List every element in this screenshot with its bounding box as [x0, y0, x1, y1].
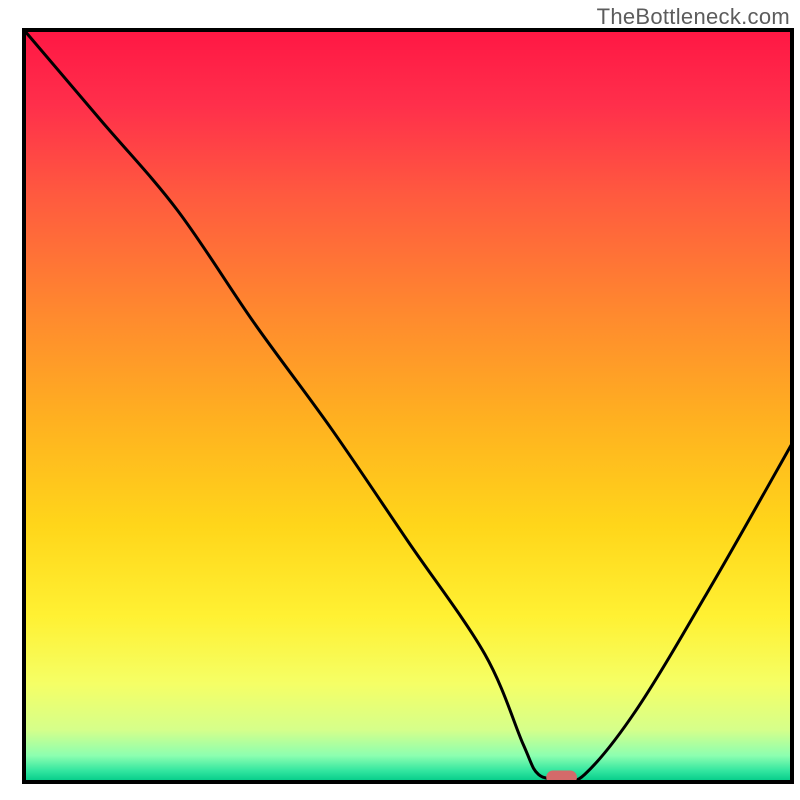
chart-svg — [0, 0, 800, 800]
bottleneck-chart: TheBottleneck.com — [0, 0, 800, 800]
gradient-background — [24, 30, 792, 782]
watermark-text: TheBottleneck.com — [597, 4, 790, 30]
